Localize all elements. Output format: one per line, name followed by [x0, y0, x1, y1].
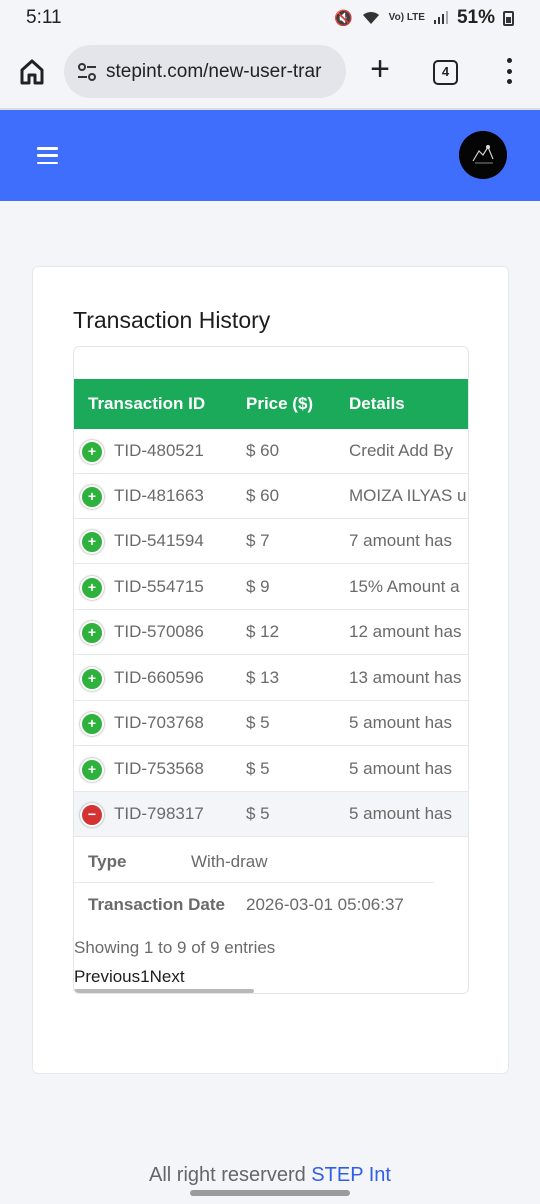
transaction-id: TID-481663: [114, 486, 204, 505]
footer-brand-link[interactable]: STEP Int: [311, 1164, 391, 1186]
app-header: [0, 110, 540, 201]
horizontal-scrollbar[interactable]: [74, 989, 254, 993]
expand-row-icon[interactable]: +: [80, 530, 104, 554]
home-button[interactable]: [14, 54, 50, 90]
browser-toolbar: stepint.com/new-user-trar + 4: [0, 36, 540, 110]
transaction-id: TID-660596: [114, 668, 204, 687]
pagination: Previous1Next: [74, 967, 185, 987]
price: $ 5: [246, 759, 270, 778]
table-row[interactable]: + TID-554715 $ 9 15% Amount a: [74, 565, 468, 610]
price: $ 5: [246, 804, 270, 823]
page-1-button[interactable]: 1: [140, 967, 149, 986]
table-row[interactable]: + TID-541594 $ 7 7 amount has: [74, 519, 468, 564]
expand-row-icon[interactable]: +: [80, 485, 104, 509]
price: $ 9: [246, 577, 270, 596]
details: 12 amount has: [349, 622, 462, 641]
expand-row-icon[interactable]: +: [80, 576, 104, 600]
details: 5 amount has: [349, 759, 453, 778]
price: $ 13: [246, 668, 280, 687]
detail-type-label: Type: [88, 852, 127, 871]
detail-type-value: With-draw: [191, 852, 268, 871]
price: $ 60: [246, 441, 280, 460]
detail-date-value: 2026-03-01 05:06:37: [246, 895, 404, 914]
tab-switcher-button[interactable]: 4: [433, 60, 458, 85]
details: 5 amount has: [349, 713, 453, 732]
status-bar: 5:11 🔇 Vo) LTE 51%: [0, 0, 540, 36]
details: 7 amount has: [349, 531, 453, 550]
column-header-details[interactable]: Details: [349, 394, 405, 414]
mute-icon: 🔇: [333, 10, 353, 27]
battery-icon: [503, 10, 514, 26]
transaction-id: TID-554715: [114, 577, 204, 596]
transaction-id: TID-480521: [114, 441, 204, 460]
details: Credit Add By: [349, 441, 453, 460]
footer: All right reserverd STEP Int: [0, 1164, 540, 1187]
transaction-id: TID-570086: [114, 622, 204, 641]
site-settings-icon[interactable]: [76, 61, 98, 83]
table-row[interactable]: + TID-570086 $ 12 12 amount has: [74, 610, 468, 655]
expand-row-icon[interactable]: +: [80, 440, 104, 464]
browser-menu-button[interactable]: [500, 56, 518, 86]
column-header-transaction-id[interactable]: Transaction ID: [88, 394, 205, 414]
entries-info: Showing 1 to 9 of 9 entries: [74, 938, 276, 957]
detail-type-row: Type With-draw: [74, 838, 434, 883]
transaction-id: TID-703768: [114, 713, 204, 732]
expand-row-icon[interactable]: +: [80, 712, 104, 736]
table-row-expanded[interactable]: − TID-798317 $ 5 5 amount has: [74, 792, 468, 837]
transaction-table: Transaction ID Price ($) Details + TID-4…: [73, 346, 469, 994]
home-icon: [20, 59, 44, 85]
column-header-price[interactable]: Price ($): [246, 394, 313, 414]
lte-label: Vo) LTE: [388, 12, 425, 23]
avatar[interactable]: [459, 131, 507, 179]
transaction-id: TID-798317: [114, 804, 204, 823]
table-header: Transaction ID Price ($) Details: [74, 379, 468, 429]
price: $ 7: [246, 531, 270, 550]
detail-date-label: Transaction Date: [88, 895, 225, 914]
new-tab-button[interactable]: +: [364, 52, 396, 86]
price: $ 60: [246, 486, 280, 505]
address-bar[interactable]: stepint.com/new-user-trar: [64, 45, 346, 98]
details: 13 amount has: [349, 668, 462, 687]
transaction-id: TID-541594: [114, 531, 204, 550]
gesture-bar[interactable]: [190, 1190, 350, 1196]
hamburger-menu-icon[interactable]: [37, 147, 58, 164]
table-row[interactable]: + TID-753568 $ 5 5 amount has: [74, 747, 468, 792]
status-time: 5:11: [26, 7, 62, 28]
expand-row-icon[interactable]: +: [80, 621, 104, 645]
footer-text: All right reserverd: [149, 1164, 312, 1186]
price: $ 5: [246, 713, 270, 732]
page-title: Transaction History: [73, 307, 271, 333]
table-row[interactable]: + TID-481663 $ 60 MOIZA ILYAS u: [74, 474, 468, 519]
details: MOIZA ILYAS u: [349, 486, 467, 505]
status-icons: 🔇 Vo) LTE 51%: [334, 7, 514, 29]
signal-icon: [433, 11, 448, 24]
expand-row-icon[interactable]: +: [80, 758, 104, 782]
table-row[interactable]: + TID-660596 $ 13 13 amount has: [74, 656, 468, 701]
table-row[interactable]: + TID-703768 $ 5 5 amount has: [74, 701, 468, 746]
price: $ 12: [246, 622, 280, 641]
battery-percent: 51%: [456, 7, 495, 28]
url-text: stepint.com/new-user-trar: [106, 60, 322, 82]
transaction-id: TID-753568: [114, 759, 204, 778]
row-details-panel: Type With-draw Transaction Date 2026-03-…: [74, 838, 468, 928]
collapse-row-icon[interactable]: −: [80, 803, 104, 827]
previous-page-button[interactable]: Previous: [74, 967, 140, 986]
avatar-logo-icon: [459, 131, 507, 179]
details: 5 amount has: [349, 804, 453, 823]
next-page-button[interactable]: Next: [150, 967, 185, 986]
transaction-card: Transaction History Transaction ID Price…: [32, 266, 509, 1074]
wifi-icon: [362, 11, 379, 24]
details: 15% Amount a: [349, 577, 460, 596]
table-row[interactable]: + TID-480521 $ 60 Credit Add By: [74, 429, 468, 474]
expand-row-icon[interactable]: +: [80, 667, 104, 691]
